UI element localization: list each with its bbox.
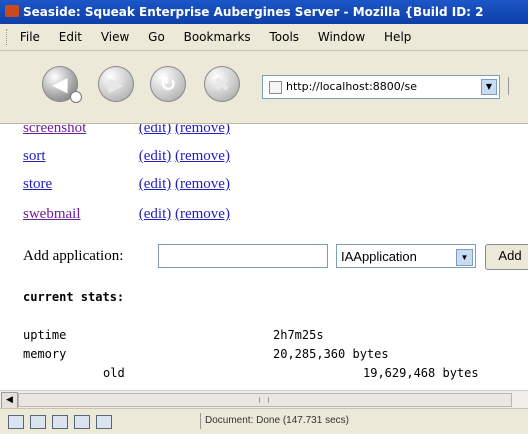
address-book-icon[interactable] xyxy=(74,415,90,429)
edit-link[interactable]: (edit) xyxy=(139,148,171,164)
remove-link[interactable]: (remove) xyxy=(175,176,230,192)
list-item: store (edit) (remove) xyxy=(23,176,230,193)
menu-go[interactable]: Go xyxy=(148,30,165,44)
list-item: sort (edit) (remove) xyxy=(23,148,230,165)
window-title: Seaside: Squeak Enterprise Aubergines Se… xyxy=(23,5,484,19)
url-text[interactable]: http://localhost:8800/se xyxy=(286,80,417,93)
url-dropdown-icon[interactable]: ▼ xyxy=(481,79,497,95)
list-item: screenshot (edit) (remove) xyxy=(23,124,230,137)
scrollbar-thumb[interactable] xyxy=(18,393,512,407)
application-name-input[interactable] xyxy=(158,244,328,268)
status-bar: Document: Done (147.731 secs) xyxy=(0,408,528,434)
irc-chat-icon[interactable] xyxy=(96,415,112,429)
menu-bookmarks[interactable]: Bookmarks xyxy=(184,30,251,44)
back-button[interactable]: ◀ xyxy=(42,66,82,103)
window-titlebar: Seaside: Squeak Enterprise Aubergines Se… xyxy=(0,0,528,24)
edit-link[interactable]: (edit) xyxy=(139,176,171,192)
remove-link[interactable]: (remove) xyxy=(175,206,230,222)
composer-icon[interactable] xyxy=(52,415,68,429)
remove-link[interactable]: (remove) xyxy=(175,124,230,136)
stat-value: 20,285,360 bytes xyxy=(273,347,389,361)
stats-heading: current stats: xyxy=(23,290,125,304)
app-link-swebmail[interactable]: swebmail xyxy=(23,206,135,223)
mail-icon[interactable] xyxy=(30,415,46,429)
chevron-down-icon[interactable]: ▼ xyxy=(456,249,473,266)
stat-value: 2h7m25s xyxy=(273,328,324,342)
add-button[interactable]: Add xyxy=(485,244,528,270)
application-class-value: IAApplication xyxy=(341,249,417,264)
stat-value: 19,629,468 bytes xyxy=(363,366,479,380)
menu-file[interactable]: File xyxy=(20,30,40,44)
toolbar-grip[interactable] xyxy=(6,29,10,45)
stop-button[interactable]: ✖ xyxy=(204,66,240,102)
menu-bar: File Edit View Go Bookmarks Tools Window… xyxy=(0,24,528,51)
application-class-select[interactable]: IAApplication ▼ xyxy=(336,244,476,268)
forward-button[interactable]: ▶ xyxy=(98,66,134,102)
page-icon xyxy=(269,81,282,94)
forward-arrow-icon: ▶ xyxy=(108,72,124,96)
remove-link[interactable]: (remove) xyxy=(175,148,230,164)
list-item: swebmail (edit) (remove) xyxy=(23,206,230,223)
url-bar[interactable]: http://localhost:8800/se ▼ xyxy=(262,75,500,99)
scroll-left-icon[interactable]: ◀ xyxy=(1,392,18,409)
thumb-grip xyxy=(259,397,269,403)
edit-link[interactable]: (edit) xyxy=(139,206,171,222)
app-link-sort[interactable]: sort xyxy=(23,148,135,165)
menu-view[interactable]: View xyxy=(101,30,129,44)
mozilla-icon xyxy=(5,5,19,17)
app-link-store[interactable]: store xyxy=(23,176,135,193)
menu-help[interactable]: Help xyxy=(384,30,411,44)
stat-key: old xyxy=(103,366,125,380)
status-text: Document: Done (147.731 secs) xyxy=(205,415,349,426)
add-application-label: Add application: xyxy=(23,248,124,264)
reload-icon: ↻ xyxy=(159,72,177,96)
back-arrow-icon: ◀ xyxy=(52,72,68,96)
page-content: screenshot (edit) (remove) sort (edit) (… xyxy=(0,124,528,390)
status-divider xyxy=(200,413,201,429)
menu-tools[interactable]: Tools xyxy=(269,30,299,44)
app-link-screenshot[interactable]: screenshot xyxy=(23,124,135,137)
stat-key: uptime xyxy=(23,328,67,342)
toolbar-separator xyxy=(508,77,509,95)
navigation-toolbar: ◀ ▶ ↻ ✖ http://localhost:8800/se ▼ xyxy=(0,51,528,124)
stop-icon: ✖ xyxy=(213,72,231,96)
edit-link[interactable]: (edit) xyxy=(139,124,171,136)
menu-edit[interactable]: Edit xyxy=(59,30,82,44)
stat-key: memory xyxy=(23,347,67,361)
menu-window[interactable]: Window xyxy=(318,30,365,44)
reload-button[interactable]: ↻ xyxy=(150,66,186,102)
navigator-icon[interactable] xyxy=(8,415,24,429)
horizontal-scrollbar[interactable]: ◀ xyxy=(0,390,528,409)
stats-section: current stats: uptime 2h7m25s memory 20,… xyxy=(23,290,479,380)
